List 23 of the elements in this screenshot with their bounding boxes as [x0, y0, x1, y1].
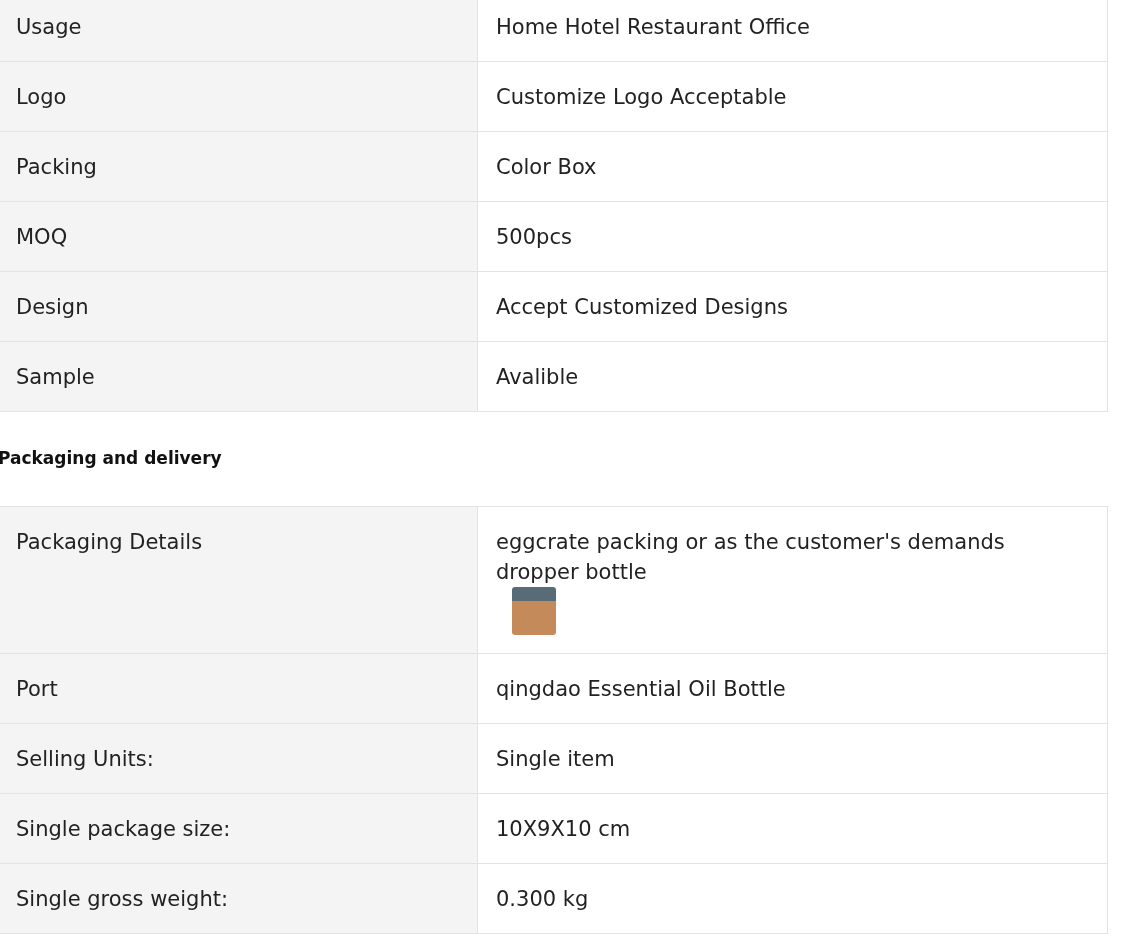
label-cell: Design: [0, 272, 478, 342]
label-cell: Packaging Details: [0, 506, 478, 654]
value-text: qingdao Essential Oil Bottle: [496, 676, 787, 703]
value-text: 500pcs: [496, 224, 573, 251]
value-text: Customize Logo Acceptable: [496, 84, 788, 111]
label-cell: MOQ: [0, 202, 478, 272]
label-cell: Sample: [0, 342, 478, 412]
section-heading: Packaging and delivery: [0, 448, 222, 468]
value-text: Home Hotel Restaurant Office: [496, 14, 811, 41]
value-text: eggcrate packing or as the customer's demands dropper bottle: [496, 529, 1006, 586]
value-text: 0.300 kg: [496, 886, 590, 913]
value-text: Avalible: [496, 364, 580, 391]
label-cell: Port: [0, 654, 478, 724]
label-cell: Packing: [0, 132, 478, 202]
label-cell: Single gross weight:: [0, 864, 478, 934]
label-cell: Usage: [0, 0, 478, 62]
label-cell: Selling Units:: [0, 724, 478, 794]
value-text: 10X9X10 cm: [496, 816, 632, 843]
value-text: Accept Customized Designs: [496, 294, 789, 321]
label-cell: Single package size:: [0, 794, 478, 864]
value-text: Color Box: [496, 154, 598, 181]
label-cell: Logo: [0, 62, 478, 132]
value-text: Single item: [496, 746, 616, 773]
